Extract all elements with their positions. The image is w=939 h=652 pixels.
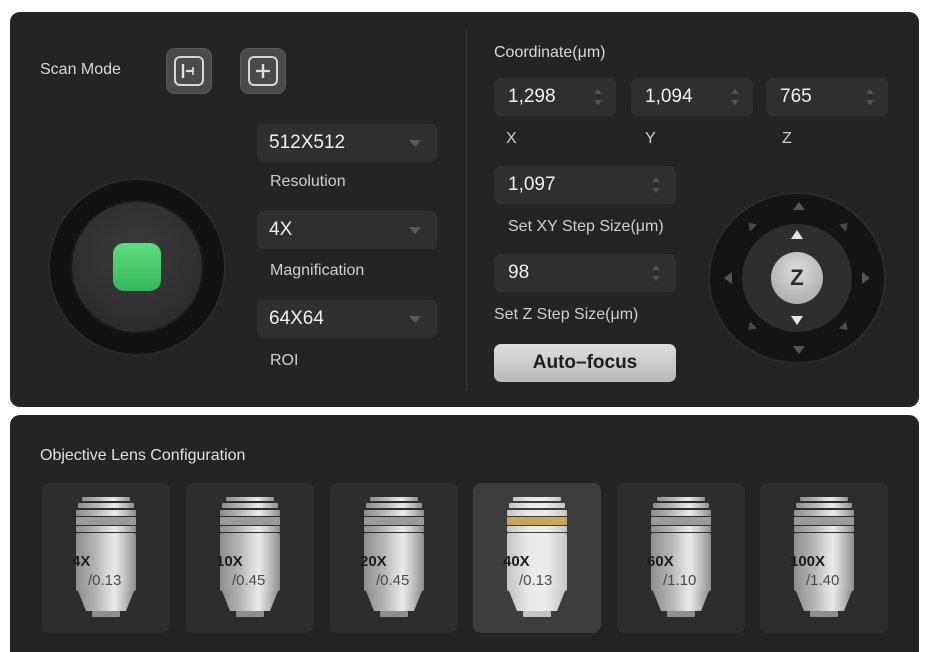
objective-lens-aperture: /0.45: [376, 572, 410, 589]
xy-step-input[interactable]: 1,097: [494, 166, 676, 204]
objective-lens-magnification: 100X: [790, 553, 826, 570]
resolution-value: 512X512: [269, 132, 346, 153]
xy-step-label: Set XY Step Size(μm): [508, 218, 664, 235]
stepper-arrows-icon[interactable]: [594, 89, 602, 105]
move-right-icon[interactable]: [862, 272, 870, 284]
coordinate-title: Coordinate(μm): [494, 44, 606, 61]
move-down-left-icon[interactable]: [744, 321, 758, 334]
coordinate-z-input[interactable]: 765: [766, 78, 888, 116]
start-button-ring: [48, 178, 226, 356]
objective-lens-magnification: 40X: [503, 553, 530, 570]
autofocus-label: Auto–focus: [532, 352, 638, 373]
autofocus-button[interactable]: Auto–focus: [494, 344, 676, 382]
objective-lens-aperture: /0.13: [88, 572, 122, 589]
move-up-left-icon[interactable]: [744, 219, 758, 232]
move-up-icon[interactable]: [793, 202, 805, 210]
objective-lens-4x[interactable]: 4X/0.13: [42, 483, 170, 633]
stepper-arrows-icon[interactable]: [652, 177, 660, 193]
scan-mode-left-icon: [174, 56, 204, 86]
objective-lens-magnification: 20X: [360, 553, 387, 570]
move-down-right-icon[interactable]: [838, 321, 852, 334]
z-center-button[interactable]: Z: [771, 252, 823, 304]
resolution-label: Resolution: [270, 173, 346, 190]
resolution-dropdown[interactable]: 512X512: [257, 124, 437, 162]
scan-mode-label: Scan Mode: [40, 61, 121, 78]
roi-label: ROI: [270, 352, 299, 369]
objective-lens-20x[interactable]: 20X/0.45: [330, 483, 458, 633]
roi-dropdown[interactable]: 64X64: [257, 300, 437, 338]
move-down-icon[interactable]: [793, 346, 805, 354]
objective-lens-magnification: 10X: [216, 553, 243, 570]
coordinate-y-input[interactable]: 1,094: [631, 78, 753, 116]
objective-lens-magnification: 4X: [72, 553, 91, 570]
coordinate-y-label: Y: [645, 130, 656, 147]
magnification-label: Magnification: [270, 262, 365, 279]
stepper-arrows-icon[interactable]: [866, 89, 874, 105]
objective-lens-60x[interactable]: 60X/1.10: [617, 483, 745, 633]
objective-lens-40x[interactable]: 40X/0.13: [473, 483, 601, 633]
coordinate-z-value: 765: [780, 86, 812, 107]
objective-lens-aperture: /1.40: [806, 572, 840, 589]
start-scan-button[interactable]: [113, 243, 161, 291]
magnification-dropdown[interactable]: 4X: [257, 211, 437, 249]
objective-lens-aperture: /1.10: [663, 572, 697, 589]
coordinate-x-value: 1,298: [508, 86, 556, 107]
scan-mode-center-button[interactable]: [240, 48, 286, 94]
chevron-down-icon: [409, 316, 421, 323]
scan-mode-left-button[interactable]: [166, 48, 212, 94]
objective-lens-10x[interactable]: 10X/0.45: [186, 483, 314, 633]
z-control: Z: [742, 224, 852, 332]
scan-mode-center-icon: [248, 56, 278, 86]
xy-joystick[interactable]: Z: [708, 192, 886, 364]
coordinate-x-label: X: [506, 130, 517, 147]
z-step-input[interactable]: 98: [494, 254, 676, 292]
xy-step-value: 1,097: [508, 174, 556, 195]
move-up-right-icon[interactable]: [838, 219, 852, 232]
objective-lens-aperture: /0.45: [232, 572, 266, 589]
z-step-value: 98: [508, 262, 530, 283]
z-up-icon[interactable]: [791, 230, 803, 239]
coordinate-y-value: 1,094: [645, 86, 693, 107]
coordinate-z-label: Z: [782, 130, 792, 147]
objective-lens-aperture: /0.13: [519, 572, 553, 589]
stepper-arrows-icon[interactable]: [652, 265, 660, 281]
chevron-down-icon: [409, 227, 421, 234]
roi-value: 64X64: [269, 308, 324, 329]
stepper-arrows-icon[interactable]: [731, 89, 739, 105]
chevron-down-icon: [409, 140, 421, 147]
z-center-label: Z: [790, 265, 804, 290]
objective-lens-100x[interactable]: 100X/1.40: [760, 483, 888, 633]
objective-lens-magnification: 60X: [647, 553, 674, 570]
objective-lens-title: Objective Lens Configuration: [40, 447, 246, 464]
move-left-icon[interactable]: [724, 272, 732, 284]
coordinate-x-input[interactable]: 1,298: [494, 78, 616, 116]
magnification-value: 4X: [269, 219, 293, 240]
divider: [466, 30, 467, 390]
z-step-label: Set Z Step Size(μm): [494, 306, 639, 323]
z-down-icon[interactable]: [791, 316, 803, 325]
start-button-dial: [72, 202, 202, 332]
